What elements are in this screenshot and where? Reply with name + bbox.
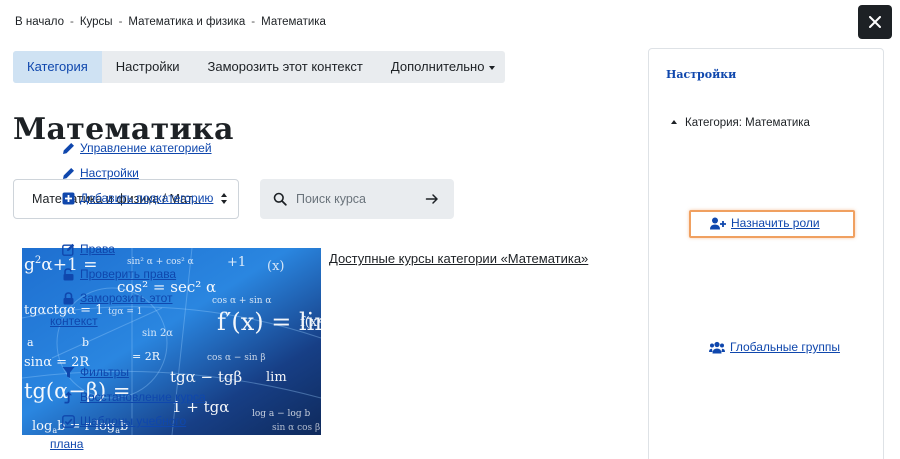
svg-text:log a − log b: log a − log b — [252, 409, 310, 419]
breadcrumb-current: Математика — [261, 16, 326, 28]
tab-freeze-context[interactable]: Заморозить этот контекст — [194, 51, 377, 83]
nav-freeze-context[interactable]: Заморозить этот контекст — [50, 286, 222, 334]
unlock-icon — [63, 267, 74, 280]
edit-square-icon — [62, 243, 75, 256]
nav-filters[interactable]: Фильтры — [62, 365, 129, 379]
settings-block: Настройки Категория: Математика — [648, 48, 884, 459]
svg-text:a: a — [27, 336, 34, 349]
lock-icon — [63, 292, 74, 305]
close-icon — [869, 16, 881, 28]
secondary-navigation: Категория Настройки Заморозить этот конт… — [13, 51, 505, 83]
svg-text:= 2R: = 2R — [132, 350, 161, 363]
level-up-icon — [64, 391, 72, 403]
users-icon — [709, 341, 725, 353]
highlight-frame — [689, 210, 855, 238]
svg-text:sin α cos β: sin α cos β — [272, 423, 320, 433]
available-courses-link[interactable]: Доступные курсы категории «Математика» — [329, 251, 588, 266]
filter-icon — [62, 366, 75, 378]
plus-square-icon — [62, 192, 75, 204]
svg-text:+1: +1 — [227, 255, 246, 270]
nav-permissions[interactable]: Права — [62, 242, 115, 256]
nav-settings[interactable]: Настройки — [62, 166, 139, 180]
svg-text:lim: lim — [266, 370, 287, 385]
check-square-icon — [62, 415, 75, 428]
search-input[interactable] — [296, 189, 416, 209]
svg-text:(x): (x) — [267, 259, 284, 274]
tab-more-label: Дополнительно — [390, 59, 485, 74]
collapse-triangle-icon — [671, 120, 677, 124]
svg-text:f(x+: f(x+ — [300, 315, 321, 330]
close-drawer-button[interactable] — [858, 5, 892, 39]
nav-global-groups[interactable]: Глобальные группы — [709, 340, 840, 354]
caret-down-icon — [489, 65, 496, 70]
tab-settings[interactable]: Настройки — [102, 51, 194, 83]
arrow-right-icon[interactable] — [424, 191, 440, 207]
nav-manage-category[interactable]: Управление категорией — [62, 141, 212, 155]
tab-more[interactable]: Дополнительно — [377, 51, 510, 83]
nav-course-restore[interactable]: Восстановление курса — [62, 390, 206, 404]
breadcrumb-courses[interactable]: Курсы — [80, 16, 113, 28]
search-icon — [273, 192, 287, 206]
nav-check-permissions[interactable]: Проверить права — [62, 267, 176, 281]
pencil-icon — [63, 167, 74, 179]
breadcrumb-math-physics[interactable]: Математика и физика — [128, 16, 245, 28]
tree-root-category[interactable]: Категория: Математика — [671, 117, 810, 129]
tree-root-label: Категория: Математика — [685, 117, 810, 129]
pencil-icon — [63, 142, 74, 154]
svg-text:b: b — [82, 336, 89, 349]
svg-text:cos α − sin β: cos α − sin β — [207, 353, 266, 363]
breadcrumb-home[interactable]: В начало — [15, 16, 64, 28]
select-arrows-icon — [221, 193, 229, 204]
nav-learning-plan-templates[interactable]: Шаблоны учебного плана — [50, 409, 222, 457]
course-search — [260, 179, 454, 219]
svg-text:sin² α + cos² α: sin² α + cos² α — [127, 257, 194, 267]
settings-block-title: Настройки — [666, 68, 737, 81]
svg-text:tgα − tgβ: tgα − tgβ — [170, 368, 242, 386]
tab-category[interactable]: Категория — [13, 51, 102, 83]
breadcrumb: В начало - Курсы - Математика и физика - Матем… — [15, 16, 326, 28]
nav-add-subcategory[interactable]: Добавить подкатегорию — [62, 191, 213, 205]
